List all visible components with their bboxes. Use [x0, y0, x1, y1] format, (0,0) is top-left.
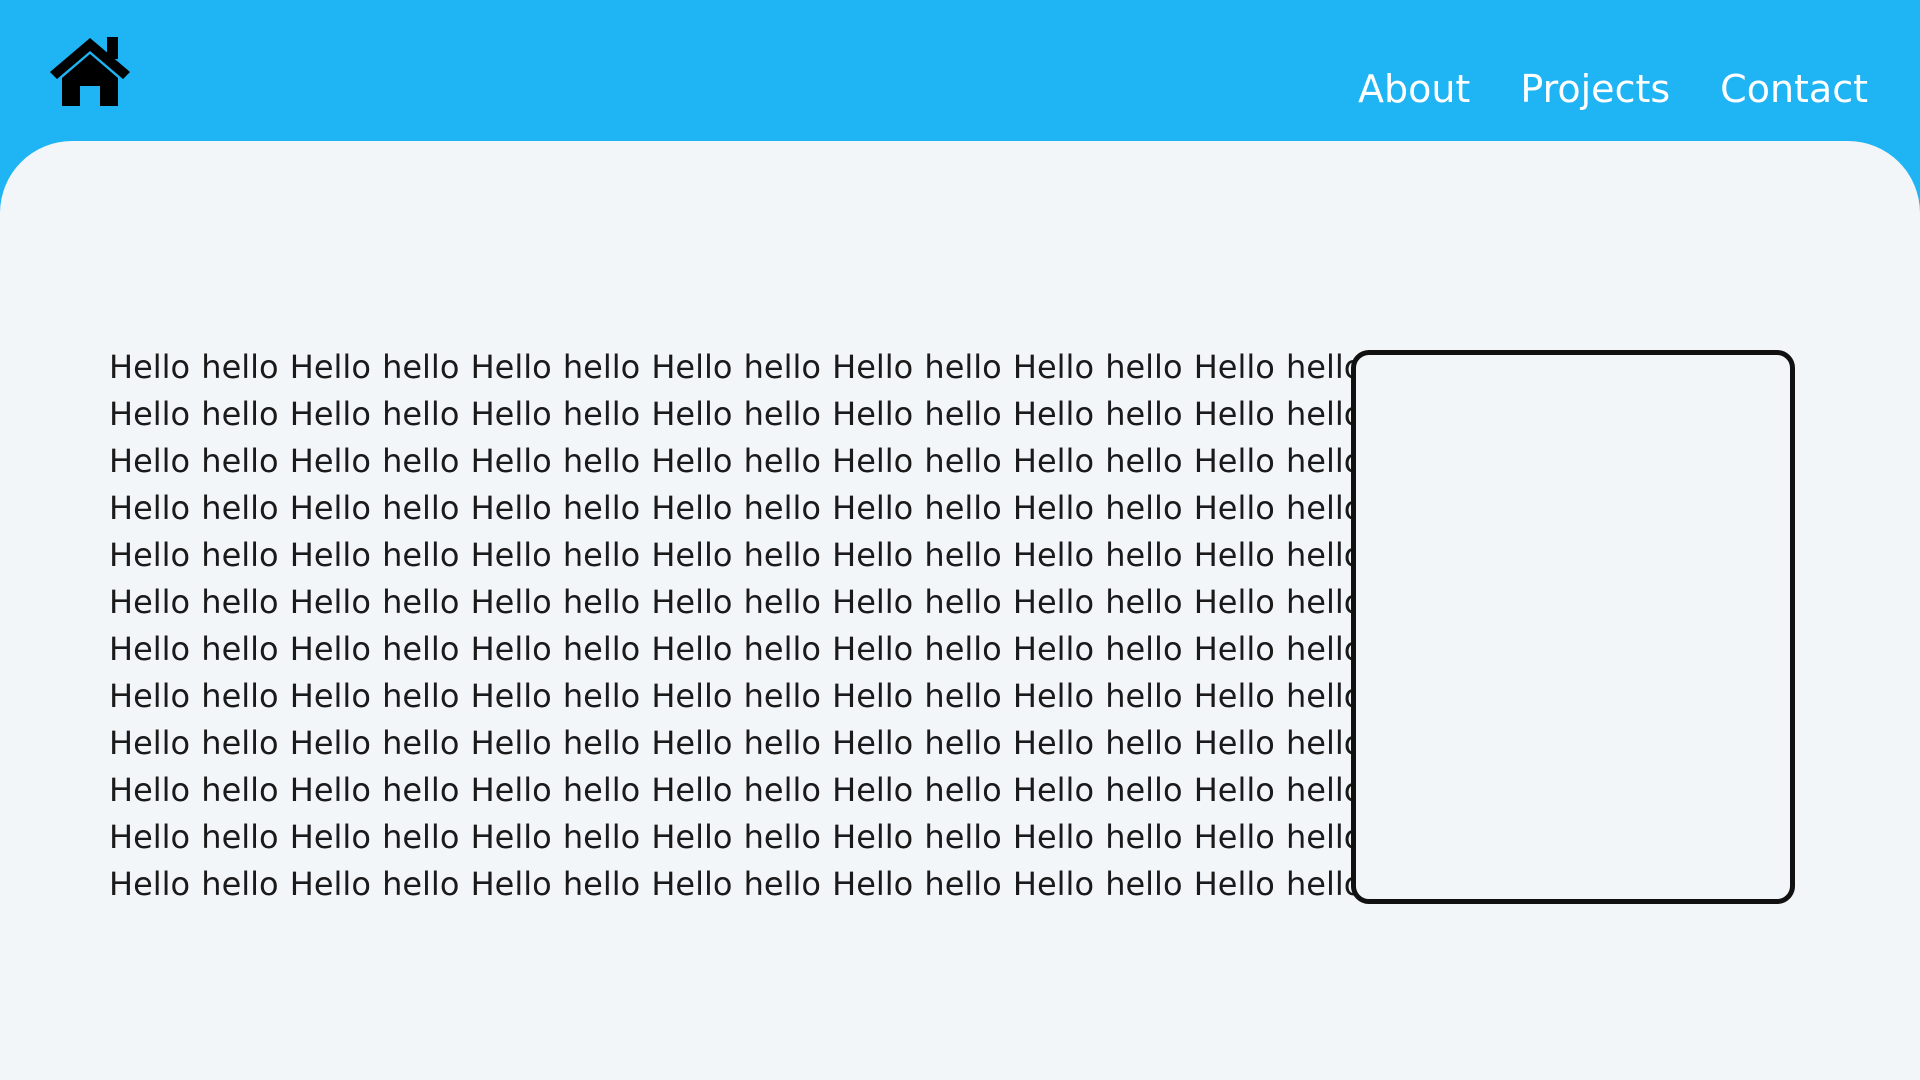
text-line: Hello hello Hello hello Hello hello Hell…: [109, 442, 1364, 480]
main-content: Hello hello Hello hello Hello hello Hell…: [0, 141, 1920, 1080]
nav-link-about[interactable]: About: [1358, 62, 1470, 116]
home-icon: [50, 37, 130, 106]
text-line: Hello hello Hello hello Hello hello Hell…: [109, 724, 1364, 762]
site-header: About Projects Contact: [0, 0, 1920, 141]
nav-link-contact[interactable]: Contact: [1720, 62, 1868, 116]
text-line: Hello hello Hello hello Hello hello Hell…: [109, 395, 1364, 433]
image-placeholder-box: [1351, 350, 1795, 904]
text-line: Hello hello Hello hello Hello hello Hell…: [109, 677, 1364, 715]
text-line: Hello hello Hello hello Hello hello Hell…: [109, 536, 1364, 574]
text-line: Hello hello Hello hello Hello hello Hell…: [109, 818, 1364, 856]
nav-link-projects[interactable]: Projects: [1520, 62, 1670, 116]
page: About Projects Contact Hello hello Hello…: [0, 0, 1920, 1080]
body-text: Hello hello Hello hello Hello hello Hell…: [109, 344, 1364, 908]
text-line: Hello hello Hello hello Hello hello Hell…: [109, 771, 1364, 809]
main-nav: About Projects Contact: [1358, 62, 1868, 116]
text-line: Hello hello Hello hello Hello hello Hell…: [109, 583, 1364, 621]
text-line: Hello hello Hello hello Hello hello Hell…: [109, 865, 1364, 903]
home-button[interactable]: [46, 34, 134, 108]
text-line: Hello hello Hello hello Hello hello Hell…: [109, 348, 1364, 386]
text-line: Hello hello Hello hello Hello hello Hell…: [109, 489, 1364, 527]
text-line: Hello hello Hello hello Hello hello Hell…: [109, 630, 1364, 668]
